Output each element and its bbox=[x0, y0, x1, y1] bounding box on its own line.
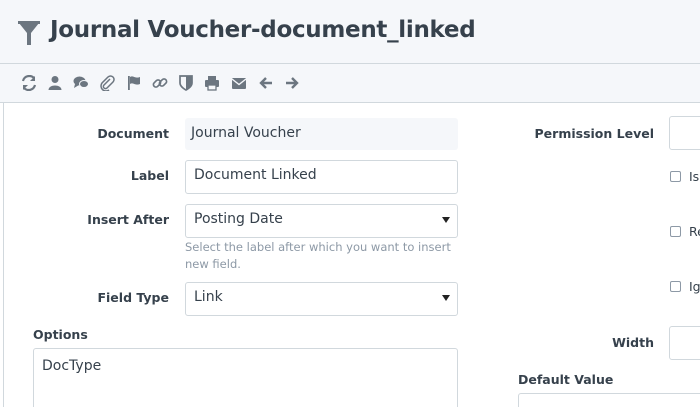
user-icon[interactable] bbox=[46, 74, 64, 92]
options-textarea[interactable]: DocType bbox=[33, 348, 458, 407]
page-header: Journal Voucher-document_linked bbox=[0, 0, 700, 64]
insert-after-help: Select the label after which you want to… bbox=[185, 240, 451, 271]
caret-down-icon bbox=[442, 295, 450, 301]
page-title: Journal Voucher-document_linked bbox=[50, 17, 476, 43]
checkbox-re-label: Re bbox=[689, 224, 700, 239]
shield-icon[interactable] bbox=[177, 74, 195, 92]
insert-after-select[interactable]: Posting Date bbox=[185, 204, 458, 238]
link-icon[interactable] bbox=[151, 74, 169, 92]
permission-level-label: Permission Level bbox=[534, 126, 654, 141]
field-type-value: Link bbox=[194, 289, 223, 305]
checkbox-is[interactable] bbox=[670, 171, 681, 182]
field-type-label: Field Type bbox=[97, 290, 169, 305]
caret-down-icon bbox=[442, 217, 450, 223]
print-icon[interactable] bbox=[203, 74, 221, 92]
label-input[interactable]: Document Linked bbox=[185, 160, 458, 194]
checkbox-is-label: Is bbox=[689, 169, 700, 184]
refresh-icon[interactable] bbox=[20, 74, 38, 92]
flag-icon[interactable] bbox=[125, 74, 143, 92]
checkbox-re[interactable] bbox=[670, 226, 681, 237]
toolbar bbox=[0, 64, 700, 103]
default-value-label: Default Value bbox=[518, 372, 614, 387]
document-label: Document bbox=[97, 126, 169, 141]
permission-level-input[interactable] bbox=[669, 116, 700, 150]
insert-after-value: Posting Date bbox=[194, 211, 283, 227]
checkbox-ig[interactable] bbox=[670, 281, 681, 292]
default-value-input[interactable] bbox=[518, 393, 700, 407]
email-icon[interactable] bbox=[230, 74, 248, 92]
comments-icon[interactable] bbox=[72, 74, 90, 92]
document-value: Journal Voucher bbox=[185, 118, 458, 150]
width-input[interactable] bbox=[669, 326, 700, 360]
options-label: Options bbox=[33, 327, 88, 342]
arrow-right-icon[interactable] bbox=[283, 74, 301, 92]
filter-icon bbox=[18, 21, 40, 47]
arrow-left-icon[interactable] bbox=[257, 74, 275, 92]
field-type-select[interactable]: Link bbox=[185, 282, 458, 316]
label-label: Label bbox=[130, 168, 169, 183]
attachment-icon[interactable] bbox=[98, 74, 116, 92]
insert-after-label: Insert After bbox=[87, 212, 169, 227]
checkbox-ig-label: Ig bbox=[689, 279, 700, 294]
width-label: Width bbox=[612, 335, 654, 350]
